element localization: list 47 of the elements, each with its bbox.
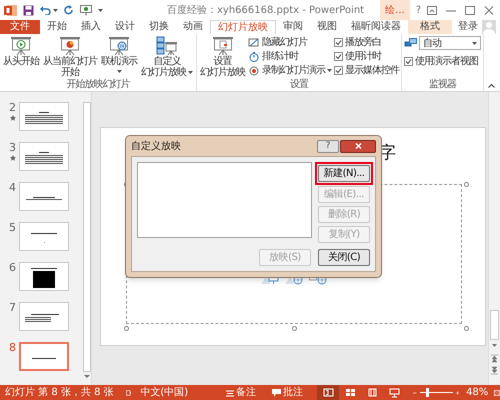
ribbon-button[interactable]: 自定义 幻灯片放映 bbox=[140, 34, 194, 78]
checkbox-label: 使用演示者视图 bbox=[415, 56, 478, 67]
ribbon-tab[interactable]: 设计 bbox=[108, 20, 142, 34]
ribbon-button[interactable]: 隐藏幻灯片 bbox=[248, 36, 332, 49]
ribbon-tab[interactable]: 切换 bbox=[142, 20, 176, 34]
slide-number: 8 bbox=[9, 342, 16, 354]
zoom-percentage[interactable]: 48% bbox=[466, 385, 488, 400]
slide-number: 6 bbox=[9, 262, 16, 274]
ribbon-button[interactable]: 联机演示 bbox=[100, 34, 138, 75]
monitor-select[interactable]: 自动 bbox=[419, 36, 481, 50]
group-label: 监视器 bbox=[429, 79, 456, 91]
context-tab-header: 绘... bbox=[380, 0, 410, 20]
slide-number: 2 bbox=[9, 102, 16, 114]
ribbon-button[interactable]: 录制幻灯片演示 bbox=[248, 64, 332, 77]
dialog-title: 自定义放映 bbox=[131, 140, 182, 154]
ribbon-tab[interactable]: 审阅 bbox=[276, 20, 310, 34]
ribbon-tab[interactable]: 格式 bbox=[408, 20, 452, 34]
slide-number: 4 bbox=[9, 182, 16, 194]
group-label: 设置 bbox=[290, 79, 308, 91]
language-indicator[interactable]: 中文(中国) bbox=[140, 385, 188, 400]
notes-button[interactable]: 备注 bbox=[226, 385, 256, 400]
group-label: 开始放映幻灯片 bbox=[66, 79, 130, 91]
slide-number: 3 bbox=[9, 142, 16, 154]
comments-button[interactable]: 批注 bbox=[272, 385, 304, 400]
dialog-button[interactable]: 关闭(C) bbox=[318, 249, 370, 266]
ribbon-tab[interactable]: 幻灯片放映 bbox=[210, 20, 276, 34]
ribbon-button[interactable]: 从当前幻灯片 开始 bbox=[42, 34, 98, 78]
checkbox-label: 使用计时 bbox=[345, 51, 381, 62]
dialog-button[interactable]: 新建(N)... bbox=[318, 165, 370, 182]
checkbox-label: 显示媒体控件 bbox=[345, 65, 399, 76]
sign-in-link[interactable]: 登录 bbox=[454, 20, 482, 34]
ribbon-button[interactable]: 设置 幻灯片放映 bbox=[199, 34, 246, 78]
help-button[interactable]: ? bbox=[410, 2, 427, 18]
ribbon-tab[interactable]: 视图 bbox=[310, 20, 344, 34]
ribbon-tab[interactable]: 开始 bbox=[40, 20, 74, 34]
ribbon-tab[interactable]: 福昕阅读器 bbox=[344, 20, 408, 34]
window-title: 百度经验：xyh666168.pptx - PowerPoint bbox=[166, 4, 366, 18]
ribbon-button[interactable]: 排练计时 bbox=[248, 50, 332, 63]
slide-number: 5 bbox=[9, 222, 16, 234]
slide-number: 7 bbox=[9, 302, 16, 314]
checkbox-label: 播放旁白 bbox=[345, 37, 381, 48]
help-button[interactable]: ? bbox=[317, 140, 339, 152]
slide-counter: 幻灯片 第 8 张，共 8 张 bbox=[4, 386, 114, 400]
ribbon-tab[interactable]: 动画 bbox=[176, 20, 210, 34]
ribbon-button[interactable]: 从头开始 bbox=[2, 34, 40, 67]
ribbon-tab[interactable]: 插入 bbox=[74, 20, 108, 34]
ribbon-tab[interactable]: 文件 bbox=[0, 20, 40, 34]
